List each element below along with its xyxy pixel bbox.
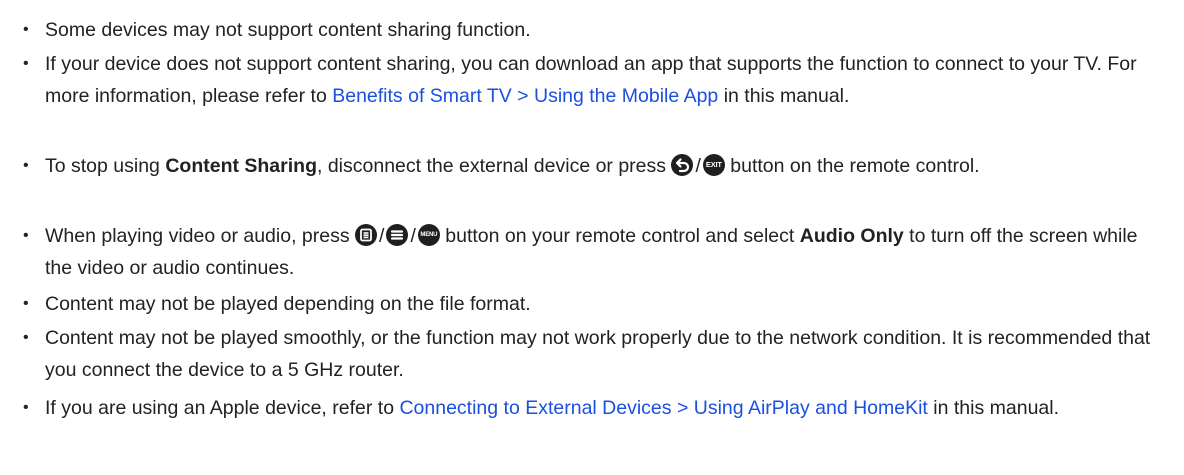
bullet: •: [23, 399, 29, 416]
back-icon: [671, 154, 694, 176]
exit-icon: EXIT: [702, 154, 725, 176]
options-icon: [355, 224, 378, 246]
note-text: Content may not be played smoothly, or t…: [45, 327, 1151, 381]
note-text: Content may not be played depending on t…: [45, 293, 531, 315]
note-text: button on the remote control.: [730, 155, 980, 177]
link-using-mobile-app[interactable]: Benefits of Smart TV > Using the Mobile …: [332, 85, 718, 107]
note-text: If you are using an Apple device, refer …: [45, 397, 400, 419]
note-item: • Content may not be played depending on…: [23, 288, 1170, 320]
bullet: •: [23, 329, 29, 346]
separator: /: [695, 155, 701, 177]
note-text: When playing video or audio, press: [45, 225, 356, 247]
note-item: • Some devices may not support content s…: [23, 14, 1170, 46]
bullet: •: [23, 227, 29, 244]
note-text: in this manual.: [927, 397, 1060, 419]
exit-icon-label: EXIT: [705, 160, 722, 169]
note-item: • If your device does not support conten…: [23, 48, 1170, 112]
bullet: •: [23, 295, 29, 312]
menu-icon: MENU: [417, 224, 440, 246]
note-item: • When playing video or audio, press / /…: [23, 220, 1170, 284]
separator: /: [379, 225, 385, 247]
bullet: •: [23, 55, 29, 72]
note-text: Some devices may not support content sha…: [45, 19, 531, 41]
term-content-sharing: Content Sharing: [165, 155, 317, 177]
note-text: button on your remote control and select: [445, 225, 800, 247]
menu-lines-icon: [386, 224, 409, 246]
bullet: •: [23, 157, 29, 174]
note-item: • If you are using an Apple device, refe…: [23, 392, 1170, 424]
menu-icon-label: MENU: [420, 232, 438, 238]
bullet: •: [23, 21, 29, 38]
note-text: in this manual.: [718, 85, 850, 107]
note-text: To stop using: [45, 155, 166, 177]
term-audio-only: Audio Only: [799, 225, 904, 247]
note-item: • To stop using Content Sharing, disconn…: [23, 150, 1170, 182]
note-item: • Content may not be played smoothly, or…: [23, 322, 1170, 386]
separator: /: [410, 225, 416, 247]
note-text: , disconnect the external device or pres…: [317, 155, 672, 177]
link-using-airplay-homekit[interactable]: Connecting to External Devices > Using A…: [399, 397, 927, 419]
